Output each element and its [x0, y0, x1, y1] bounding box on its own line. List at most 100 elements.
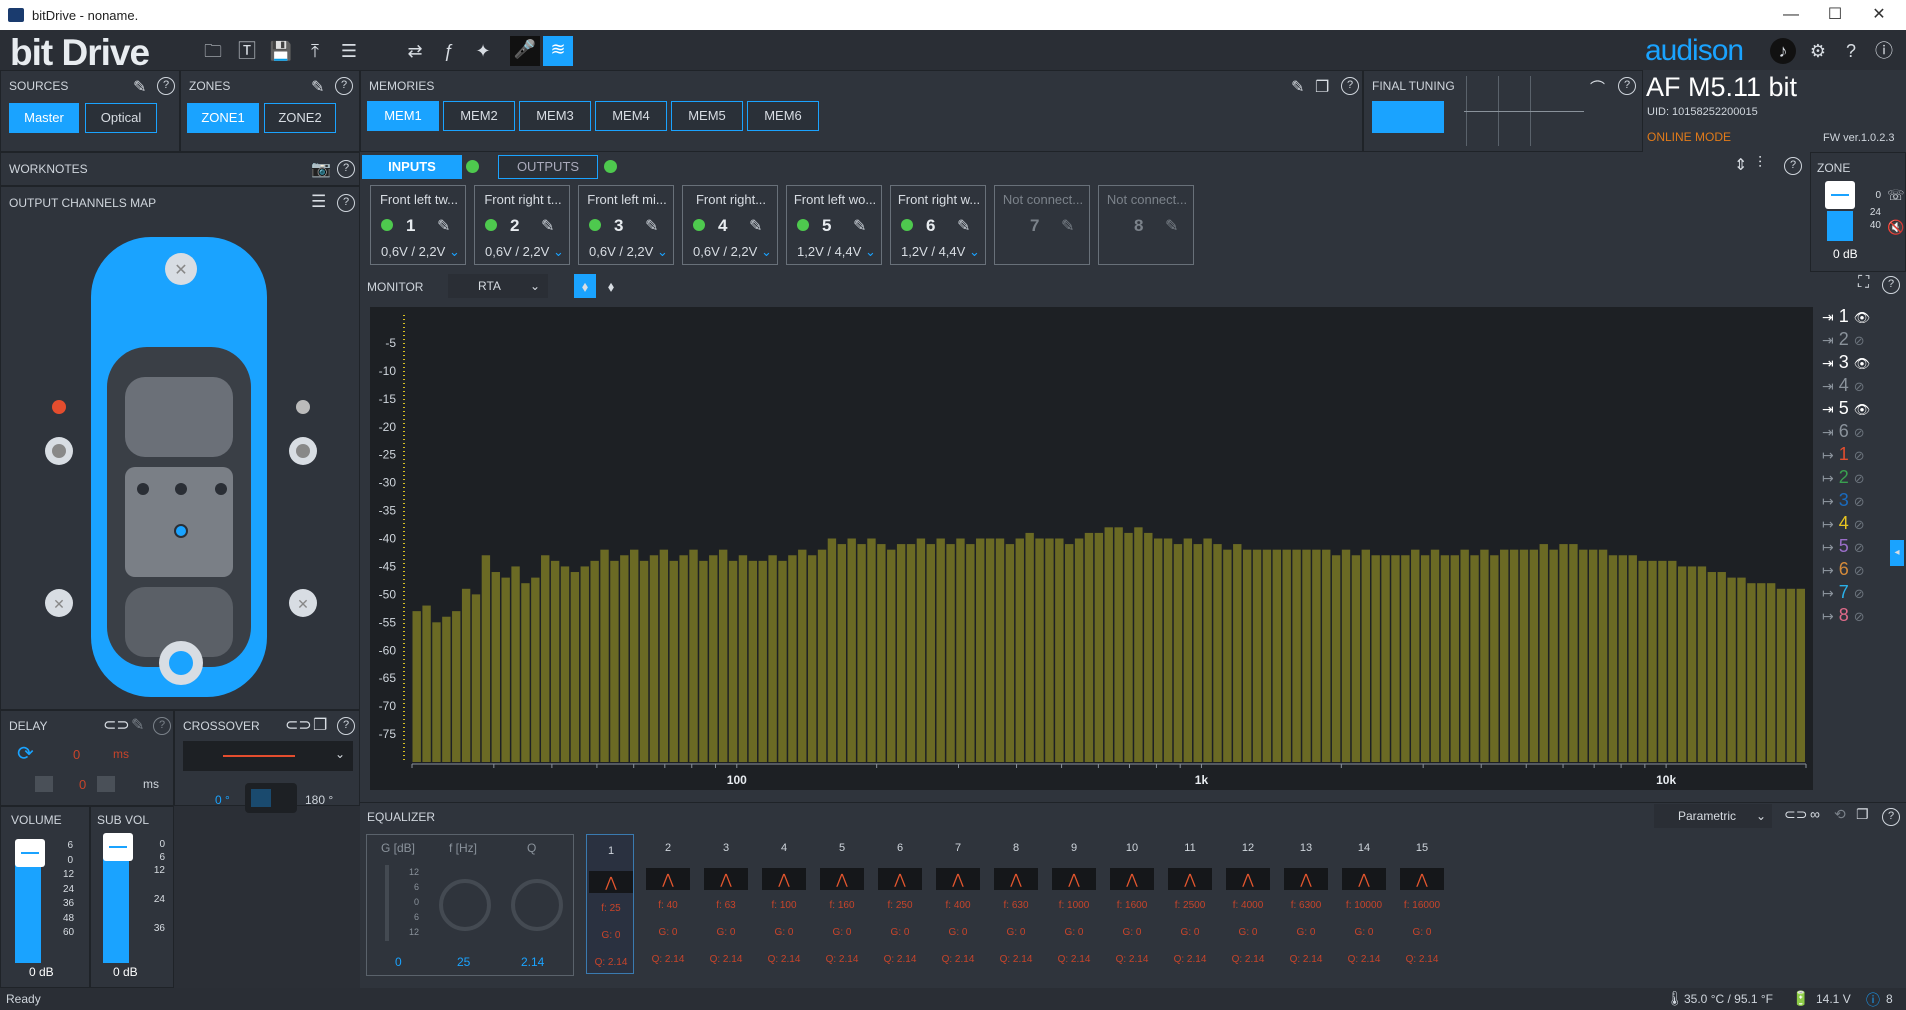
compress-icon[interactable]: ⇕ — [1734, 155, 1747, 175]
eq-band-11[interactable]: 11 ⋀ f: 2500 G: 0 Q: 2.14 — [1166, 832, 1214, 972]
help-icon[interactable]: ? — [337, 194, 355, 212]
input-channel-card-4[interactable]: Front right... 4 ✎ 0,6V / 2,2V ⌄ — [682, 185, 778, 265]
edit-pencil-icon[interactable]: ✎ — [437, 216, 450, 236]
document-icon[interactable]: ☰ — [336, 38, 362, 64]
mem4-button[interactable]: MEM4 — [595, 101, 667, 131]
link-icon[interactable]: ⊂⊃ — [285, 715, 312, 735]
channel-voltage-select[interactable]: 1,2V / 4,4V ⌄ — [901, 244, 980, 260]
delay-value-2[interactable]: 0 — [79, 777, 86, 792]
eq-q-knob[interactable] — [511, 879, 563, 931]
peak-filter-icon[interactable]: ⋀ — [1400, 868, 1444, 890]
help-icon[interactable]: ? — [1838, 38, 1864, 64]
inputs-tab[interactable]: INPUTS — [362, 155, 462, 179]
camera-icon[interactable]: 📷 — [311, 159, 331, 179]
peak-filter-icon[interactable]: ⋀ — [1284, 868, 1328, 890]
input-channel-card-6[interactable]: Front right w... 6 ✎ 1,2V / 4,4V ⌄ — [890, 185, 986, 265]
input-channel-card-2[interactable]: Front right t... 2 ✎ 0,6V / 2,2V ⌄ — [474, 185, 570, 265]
eq-mode-dropdown[interactable]: Parametric ⌄ — [1654, 804, 1772, 828]
mixer-sliders-icon[interactable]: ⫶ — [1758, 155, 1762, 173]
link-icon[interactable]: ⊂⊃ — [1784, 806, 1807, 823]
eq-band-3[interactable]: 3 ⋀ f: 63 G: 0 Q: 2.14 — [702, 832, 750, 972]
maximize-button[interactable]: ☐ — [1820, 4, 1850, 26]
eq-band-10[interactable]: 10 ⋀ f: 1600 G: 0 Q: 2.14 — [1108, 832, 1156, 972]
channel-visibility-out-4[interactable]: ↦ 4 ⊘ — [1822, 513, 1882, 533]
eq-band-13[interactable]: 13 ⋀ f: 6300 G: 0 Q: 2.14 — [1282, 832, 1330, 972]
eye-icon[interactable]: ⊘ — [1854, 425, 1865, 440]
channel-voltage-select[interactable]: 0,6V / 2,2V ⌄ — [485, 244, 564, 260]
collapse-arrow-icon[interactable]: ◂ — [1890, 540, 1904, 566]
eq-band-5[interactable]: 5 ⋀ f: 160 G: 0 Q: 2.14 — [818, 832, 866, 972]
edit-pencil-icon[interactable]: ✎ — [1291, 77, 1304, 97]
help-icon[interactable]: ? — [1882, 276, 1900, 294]
help-icon[interactable]: ? — [1618, 77, 1636, 95]
peak-filter-icon[interactable]: ⋀ — [820, 868, 864, 890]
close-button[interactable]: ✕ — [1864, 4, 1894, 26]
multi-mic-icon[interactable]: ⬧ — [600, 274, 622, 298]
channel-visibility-in-2[interactable]: ⇥ 2 ⊘ — [1822, 329, 1882, 349]
eye-icon[interactable]: 👁 — [1854, 310, 1871, 325]
source-master-button[interactable]: Master — [9, 103, 79, 133]
input-channel-card-8[interactable]: Not connect... 8 ✎ — [1098, 185, 1194, 265]
edit-pencil-icon[interactable]: ✎ — [853, 216, 866, 236]
mem3-button[interactable]: MEM3 — [519, 101, 591, 131]
eq-band-9[interactable]: 9 ⋀ f: 1000 G: 0 Q: 2.14 — [1050, 832, 1098, 972]
sub-volume-fader-track[interactable] — [103, 857, 129, 963]
eq-band-7[interactable]: 7 ⋀ f: 400 G: 0 Q: 2.14 — [934, 832, 982, 972]
final-tuning-button[interactable] — [1372, 101, 1444, 133]
channel-voltage-select[interactable]: 0,6V / 2,2V ⌄ — [381, 244, 460, 260]
edit-pencil-icon[interactable]: ✎ — [1061, 216, 1074, 236]
eq-band-1[interactable]: 1 ⋀ f: 25 G: 0 Q: 2.14 — [586, 834, 634, 974]
peak-filter-icon[interactable]: ⋀ — [1168, 868, 1212, 890]
edit-pencil-icon[interactable]: ✎ — [311, 77, 324, 97]
help-icon[interactable]: ? — [1341, 77, 1359, 95]
peak-filter-icon[interactable]: ⋀ — [762, 868, 806, 890]
eq-band-12[interactable]: 12 ⋀ f: 4000 G: 0 Q: 2.14 — [1224, 832, 1272, 972]
eye-icon[interactable]: ⊘ — [1854, 448, 1865, 463]
peak-filter-icon[interactable]: ⋀ — [1110, 868, 1154, 890]
mem5-button[interactable]: MEM5 — [671, 101, 743, 131]
channel-visibility-out-2[interactable]: ↦ 2 ⊘ — [1822, 467, 1882, 487]
help-icon[interactable]: ? — [157, 77, 175, 95]
mute-speaker-icon[interactable]: 🔇 — [1887, 219, 1904, 236]
zone-fader-knob[interactable] — [1825, 181, 1855, 209]
music-icon[interactable]: ♪ — [1770, 38, 1796, 64]
channel-visibility-out-5[interactable]: ↦ 5 ⊘ — [1822, 536, 1882, 556]
mem1-button[interactable]: MEM1 — [367, 101, 439, 131]
eye-icon[interactable]: ⊘ — [1854, 517, 1865, 532]
input-channel-card-3[interactable]: Front left mi... 3 ✎ 0,6V / 2,2V ⌄ — [578, 185, 674, 265]
help-icon[interactable]: ? — [1784, 157, 1802, 175]
upload-icon[interactable]: ⤒ — [302, 38, 328, 64]
zone1-button[interactable]: ZONE1 — [187, 103, 259, 133]
monitor-mode-dropdown[interactable]: RTA ⌄ — [448, 274, 548, 298]
delay-checkbox-2[interactable] — [97, 776, 115, 792]
eq-band-14[interactable]: 14 ⋀ f: 10000 G: 0 Q: 2.14 — [1340, 832, 1388, 972]
volume-fader-knob[interactable] — [15, 839, 45, 867]
channel-visibility-out-6[interactable]: ↦ 6 ⊘ — [1822, 559, 1882, 579]
curve-icon[interactable]: ⌒ — [1590, 77, 1605, 98]
help-icon[interactable]: ? — [335, 77, 353, 95]
eye-icon[interactable]: ⊘ — [1854, 471, 1865, 486]
help-icon[interactable]: ? — [1882, 808, 1900, 826]
eye-icon[interactable]: ⊘ — [1854, 494, 1865, 509]
channel-visibility-out-1[interactable]: ↦ 1 ⊘ — [1822, 444, 1882, 464]
minimize-button[interactable]: — — [1776, 4, 1806, 26]
eye-icon[interactable]: ⊘ — [1854, 333, 1865, 348]
link-icon[interactable]: ⊂⊃ — [103, 715, 130, 735]
volume-fader-track[interactable] — [15, 857, 41, 963]
delay-checkbox[interactable] — [35, 776, 53, 792]
eye-icon[interactable]: 👁 — [1854, 402, 1871, 417]
eq-band-8[interactable]: 8 ⋀ f: 630 G: 0 Q: 2.14 — [992, 832, 1040, 972]
peak-filter-icon[interactable]: ⋀ — [1226, 868, 1270, 890]
eye-icon[interactable]: ⊘ — [1854, 379, 1865, 394]
edit-pencil-icon[interactable]: ✎ — [133, 77, 146, 97]
eq-freq-value[interactable]: 25 — [457, 955, 470, 969]
routing-icon[interactable]: ⇄ — [402, 38, 428, 64]
help-icon[interactable]: ? — [337, 717, 355, 735]
channel-visibility-out-8[interactable]: ↦ 8 ⊘ — [1822, 605, 1882, 625]
listen-icon[interactable]: ☏ — [1887, 187, 1905, 204]
eq-band-2[interactable]: 2 ⋀ f: 40 G: 0 Q: 2.14 — [644, 832, 692, 972]
info-icon[interactable]: ⓘ — [1871, 38, 1897, 64]
list-icon[interactable]: ☰ — [311, 192, 326, 212]
channel-visibility-out-7[interactable]: ↦ 7 ⊘ — [1822, 582, 1882, 602]
function-icon[interactable]: ƒ — [436, 38, 462, 64]
